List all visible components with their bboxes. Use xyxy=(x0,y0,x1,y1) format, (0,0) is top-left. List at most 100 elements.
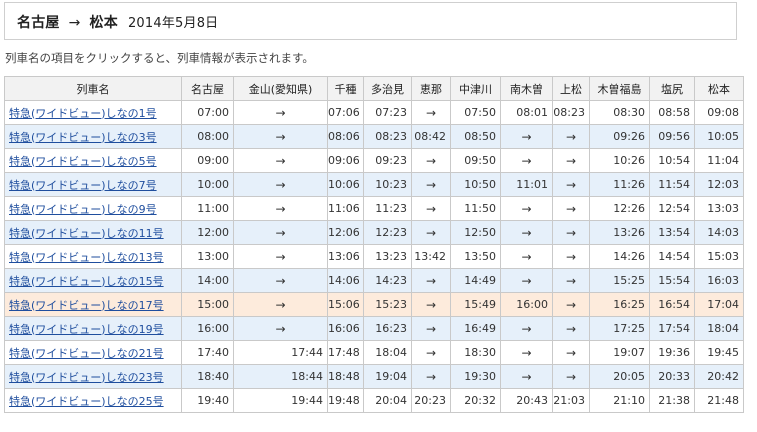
time-cell: 10:26 xyxy=(589,148,650,173)
pass-through-arrow-icon: → xyxy=(552,244,590,269)
train-name-link[interactable]: 特急(ワイドビュー)しなの3号 xyxy=(9,131,157,144)
pass-through-arrow-icon: → xyxy=(233,220,328,245)
time-cell: 18:30 xyxy=(450,340,501,365)
pass-through-arrow-icon: → xyxy=(500,316,553,341)
time-cell: 20:43 xyxy=(500,388,553,413)
table-row: 特急(ワイドビュー)しなの23号 18:40 18:44 18:48 19:04 → 19:… xyxy=(4,364,744,389)
time-cell: 15:03 xyxy=(694,244,744,269)
time-cell: 07:00 xyxy=(181,100,234,125)
time-cell: 14:54 xyxy=(649,244,695,269)
time-cell: 16:06 xyxy=(327,316,364,341)
time-cell: 07:23 xyxy=(363,100,412,125)
train-name-link[interactable]: 特急(ワイドビュー)しなの5号 xyxy=(9,155,157,168)
table-row: 特急(ワイドビュー)しなの7号 10:00 → 10:06 10:23 → 10:50 11:… xyxy=(4,172,744,197)
table-row: 特急(ワイドビュー)しなの9号 11:00 → 11:06 11:23 → 11:50 → → 1… xyxy=(4,196,744,221)
column-header-station: 南木曽 xyxy=(500,76,553,101)
pass-through-arrow-icon: → xyxy=(233,316,328,341)
column-header-station: 名古屋 xyxy=(181,76,234,101)
time-cell: 08:42 xyxy=(411,124,451,149)
pass-through-arrow-icon: → xyxy=(552,268,590,293)
pass-through-arrow-icon: → xyxy=(411,148,451,173)
train-name-link[interactable]: 特急(ワイドビュー)しなの7号 xyxy=(9,179,157,192)
time-cell: 13:26 xyxy=(589,220,650,245)
time-cell: 20:42 xyxy=(694,364,744,389)
time-cell: 08:50 xyxy=(450,124,501,149)
train-name-link[interactable]: 特急(ワイドビュー)しなの19号 xyxy=(9,323,164,336)
origin-station: 名古屋 xyxy=(17,15,60,31)
train-name-link[interactable]: 特急(ワイドビュー)しなの21号 xyxy=(9,347,164,360)
time-cell: 13:50 xyxy=(450,244,501,269)
time-cell: 17:54 xyxy=(649,316,695,341)
time-cell: 10:23 xyxy=(363,172,412,197)
column-header-station: 金山(愛知県) xyxy=(233,76,328,101)
pass-through-arrow-icon: → xyxy=(500,364,553,389)
train-name-cell: 特急(ワイドビュー)しなの19号 xyxy=(4,316,182,341)
time-cell: 17:04 xyxy=(694,292,744,317)
column-header-station: 木曽福島 xyxy=(589,76,650,101)
train-name-cell: 特急(ワイドビュー)しなの23号 xyxy=(4,364,182,389)
pass-through-arrow-icon: → xyxy=(411,292,451,317)
table-row: 特急(ワイドビュー)しなの19号 16:00 → 16:06 16:23 → 16:49 → →… xyxy=(4,316,744,341)
time-cell: 08:23 xyxy=(363,124,412,149)
pass-through-arrow-icon: → xyxy=(552,316,590,341)
table-row: 特急(ワイドビュー)しなの5号 09:00 → 09:06 09:23 → 09:50 → → 1… xyxy=(4,148,744,173)
time-cell: 14:26 xyxy=(589,244,650,269)
time-cell: 16:00 xyxy=(181,316,234,341)
time-cell: 16:03 xyxy=(694,268,744,293)
pass-through-arrow-icon: → xyxy=(552,340,590,365)
time-cell: 12:23 xyxy=(363,220,412,245)
time-cell: 09:00 xyxy=(181,148,234,173)
table-row: 特急(ワイドビュー)しなの25号 19:40 19:44 19:48 20:04 20:2… xyxy=(4,388,744,413)
pass-through-arrow-icon: → xyxy=(411,220,451,245)
train-name-cell: 特急(ワイドビュー)しなの21号 xyxy=(4,340,182,365)
pass-through-arrow-icon: → xyxy=(233,172,328,197)
pass-through-arrow-icon: → xyxy=(233,268,328,293)
time-cell: 21:03 xyxy=(552,388,590,413)
train-name-link[interactable]: 特急(ワイドビュー)しなの11号 xyxy=(9,227,164,240)
pass-through-arrow-icon: → xyxy=(500,148,553,173)
time-cell: 13:06 xyxy=(327,244,364,269)
time-cell: 20:33 xyxy=(649,364,695,389)
time-cell: 19:48 xyxy=(327,388,364,413)
time-cell: 10:00 xyxy=(181,172,234,197)
time-cell: 16:49 xyxy=(450,316,501,341)
train-name-link[interactable]: 特急(ワイドビュー)しなの9号 xyxy=(9,203,157,216)
column-header-station: 多治見 xyxy=(363,76,412,101)
time-cell: 19:36 xyxy=(649,340,695,365)
time-cell: 18:48 xyxy=(327,364,364,389)
pass-through-arrow-icon: → xyxy=(552,172,590,197)
time-cell: 16:25 xyxy=(589,292,650,317)
train-name-link[interactable]: 特急(ワイドビュー)しなの15号 xyxy=(9,275,164,288)
time-cell: 15:25 xyxy=(589,268,650,293)
train-name-link[interactable]: 特急(ワイドビュー)しなの17号 xyxy=(9,299,164,312)
time-cell: 12:03 xyxy=(694,172,744,197)
column-header-station: 中津川 xyxy=(450,76,501,101)
column-header-station: 上松 xyxy=(552,76,590,101)
time-cell: 16:54 xyxy=(649,292,695,317)
time-cell: 17:48 xyxy=(327,340,364,365)
column-header-station: 松本 xyxy=(694,76,744,101)
pass-through-arrow-icon: → xyxy=(233,124,328,149)
time-cell: 14:49 xyxy=(450,268,501,293)
time-cell: 15:06 xyxy=(327,292,364,317)
train-name-link[interactable]: 特急(ワイドビュー)しなの23号 xyxy=(9,371,164,384)
time-cell: 20:23 xyxy=(411,388,451,413)
time-cell: 09:56 xyxy=(649,124,695,149)
train-name-link[interactable]: 特急(ワイドビュー)しなの25号 xyxy=(9,395,164,408)
time-cell: 09:50 xyxy=(450,148,501,173)
train-name-link[interactable]: 特急(ワイドビュー)しなの1号 xyxy=(9,107,157,120)
time-cell: 11:04 xyxy=(694,148,744,173)
time-cell: 18:40 xyxy=(181,364,234,389)
column-header-station: 恵那 xyxy=(411,76,451,101)
time-cell: 17:25 xyxy=(589,316,650,341)
pass-through-arrow-icon: → xyxy=(411,364,451,389)
time-cell: 21:48 xyxy=(694,388,744,413)
time-cell: 19:04 xyxy=(363,364,412,389)
time-cell: 13:23 xyxy=(363,244,412,269)
time-cell: 08:01 xyxy=(500,100,553,125)
train-name-cell: 特急(ワイドビュー)しなの9号 xyxy=(4,196,182,221)
time-cell: 08:06 xyxy=(327,124,364,149)
time-cell: 08:00 xyxy=(181,124,234,149)
train-name-link[interactable]: 特急(ワイドビュー)しなの13号 xyxy=(9,251,164,264)
time-cell: 14:00 xyxy=(181,268,234,293)
